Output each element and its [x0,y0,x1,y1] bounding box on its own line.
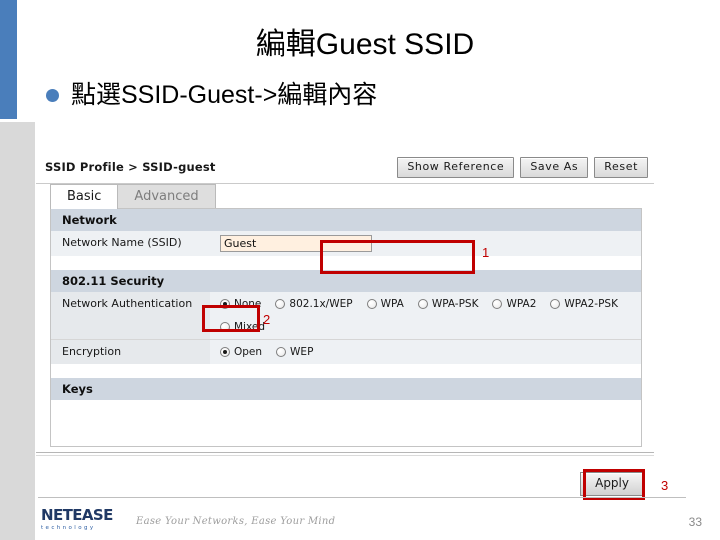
row-encryption: Encryption Open WEP [51,340,641,364]
radio-8021x-wep-icon[interactable] [275,299,286,309]
auth-option-wpa2[interactable]: WPA2 [492,298,536,310]
auth-option-8021x-wep[interactable]: 802.1x/WEP [275,298,353,310]
auth-radio-group-row1: None 802.1x/WEP WPA WPA-PSK WPA2 WPA2-PS… [220,298,618,310]
row-label-network-authentication: Network Authentication [51,292,210,339]
auth-option-wpa[interactable]: WPA [366,298,404,310]
annotation-number-2: 2 [263,312,271,327]
radio-wpa-icon[interactable] [366,299,377,309]
annotation-number-1: 1 [482,245,490,260]
auth-option-wpa2-psk[interactable]: WPA2-PSK [550,298,618,310]
show-reference-button[interactable]: Show Reference [397,157,515,178]
row-network-name: Network Name (SSID) [51,231,641,256]
auth-option-mixed-label: Mixed [234,321,265,333]
bullet-dot-icon [46,88,59,102]
section-header-network: Network [51,209,641,231]
section-spacer-2 [51,364,641,378]
row-value-encryption: Open WEP [210,340,641,364]
auth-option-wpa-label: WPA [380,298,404,310]
config-panel: Network Network Name (SSID) 802.11 Secur… [50,208,642,447]
toolbar-button-group: Show Reference Save As Reset [397,157,648,178]
radio-wpa2-icon[interactable] [492,299,503,309]
breadcrumb: SSID Profile > SSID-guest [45,160,216,174]
bullet-list-item: 點選SSID-Guest->編輯內容 [46,80,377,110]
encryption-option-open[interactable]: Open [220,346,262,358]
row-label-encryption: Encryption [51,340,210,364]
tab-bar: Basic Advanced [50,184,216,209]
tab-basic[interactable]: Basic [50,184,119,209]
left-accent-stripe-blue [0,0,17,119]
apply-button[interactable]: Apply [580,472,644,496]
encryption-option-open-label: Open [234,346,263,358]
auth-option-wpa2-label: WPA2 [506,298,537,310]
auth-option-wpa-psk[interactable]: WPA-PSK [417,298,479,310]
radio-wep-icon[interactable] [276,347,287,357]
section-header-security: 802.11 Security [51,270,641,292]
ssid-text-input[interactable] [220,235,372,252]
radio-open-icon[interactable] [220,347,230,357]
annotation-number-3: 3 [661,478,669,493]
logo-wordmark: NETEASE [41,506,113,524]
auth-option-wpa2-psk-label: WPA2-PSK [564,298,618,310]
logo-tagline-sub: technology [41,525,96,531]
encryption-option-wep-label: WEP [290,346,314,358]
row-value-network-authentication: None 802.1x/WEP WPA WPA-PSK WPA2 WPA2-PS… [210,292,641,339]
netease-logo: NETEASE technology [41,507,125,532]
bullet-item-label: 點選SSID-Guest->編輯內容 [71,81,378,109]
apply-button-wrap: Apply [580,472,644,496]
page-number: 33 [688,515,702,529]
save-as-button[interactable]: Save As [520,157,589,178]
row-label-network-name: Network Name (SSID) [62,236,182,249]
auth-option-wpa-psk-label: WPA-PSK [431,298,479,310]
left-accent-stripe-gray [0,122,17,540]
tab-advanced[interactable]: Advanced [117,184,216,209]
router-topbar: SSID Profile > SSID-guest Show Reference… [36,152,654,184]
section-header-keys: Keys [51,378,641,400]
row-value-network-name [210,231,641,256]
radio-none-icon[interactable] [220,299,230,309]
auth-option-none[interactable]: None [220,298,261,310]
left-accent-stripe-gray-inner [17,122,35,540]
section-spacer-1 [51,256,641,270]
slide-canvas: 編輯Guest SSID 點選SSID-Guest->編輯內容 SSID Pro… [0,0,720,540]
encryption-option-wep[interactable]: WEP [276,346,313,358]
radio-wpa-psk-icon[interactable] [417,299,428,309]
auth-option-none-label: None [234,298,262,310]
row-network-authentication: Network Authentication None 802.1x/WEP W… [51,292,641,339]
reset-button[interactable]: Reset [594,157,648,178]
radio-wpa2-psk-icon[interactable] [550,299,561,309]
encryption-radio-group: Open WEP [220,346,327,358]
router-config-screenshot: SSID Profile > SSID-guest Show Reference… [36,152,654,496]
footer-divider [38,497,686,498]
panel-bottom-divider [36,452,654,453]
panel-bottom-divider-2 [36,455,654,456]
auth-option-8021x-wep-label: 802.1x/WEP [289,298,353,310]
radio-mixed-icon[interactable] [220,322,230,332]
auth-option-mixed[interactable]: Mixed [220,321,265,333]
company-tagline: Ease Your Networks, Ease Your Mind [136,516,336,527]
page-title: 編輯Guest SSID [255,28,475,61]
